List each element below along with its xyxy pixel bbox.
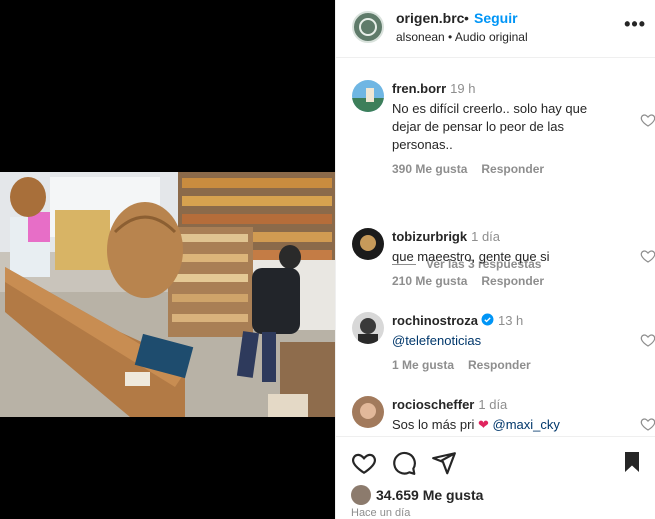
comment-text: que maeestro, gente que si <box>392 249 550 264</box>
store-video-frame <box>0 172 335 417</box>
avatar-image <box>352 80 384 112</box>
heart-icon[interactable] <box>640 332 655 348</box>
comment-text: No es difícil creerlo.. solo hay que dej… <box>392 101 588 152</box>
avatar-image <box>352 228 384 260</box>
comment-likes[interactable]: 210 Me gusta <box>392 274 467 288</box>
reply-button[interactable]: Responder <box>468 358 531 372</box>
post-panel: origen.brc • Seguir alsonean • Audio ori… <box>335 0 655 519</box>
comments-list[interactable]: fren.borr 19 h No es difícil creerlo.. so… <box>336 60 655 432</box>
video-player[interactable] <box>0 172 335 417</box>
author-username[interactable]: origen.brc <box>396 10 464 26</box>
reply-button[interactable]: Responder <box>481 162 544 176</box>
comment-username[interactable]: rocioscheffer <box>392 397 474 412</box>
bookmark-icon[interactable] <box>620 450 644 474</box>
comment-username[interactable]: tobizurbrigk <box>392 229 467 244</box>
comment-time[interactable]: 13 h <box>498 313 523 328</box>
comment-text: Sos lo más pri ❤ @maxi_cky <box>392 416 612 432</box>
comment-avatar[interactable] <box>352 80 384 112</box>
avatar-image <box>352 396 384 428</box>
author-avatar[interactable] <box>352 11 384 43</box>
heart-icon[interactable] <box>640 248 655 264</box>
follow-button[interactable]: Seguir <box>474 10 518 26</box>
reply-button[interactable]: Responder <box>481 274 544 288</box>
comment-icon[interactable] <box>391 450 417 476</box>
avatar-image <box>352 312 384 344</box>
comment-likes[interactable]: 1 Me gusta <box>392 358 454 372</box>
comment-time[interactable]: 19 h <box>450 81 475 96</box>
post-header: origen.brc • Seguir alsonean • Audio ori… <box>336 0 655 58</box>
liker-avatar <box>351 485 371 505</box>
comment-text: @telefenoticias <box>392 332 612 350</box>
logo-icon <box>359 18 377 36</box>
red-heart-icon: ❤ <box>478 417 489 432</box>
likes-count[interactable]: 34.659 Me gusta <box>376 487 483 503</box>
comment-username[interactable]: rochinostroza <box>392 313 478 328</box>
comment-avatar[interactable] <box>352 228 384 260</box>
comment-time[interactable]: 1 día <box>478 397 507 412</box>
post-time: Hace un día <box>351 507 411 519</box>
comment-avatar[interactable] <box>352 396 384 428</box>
heart-icon[interactable] <box>640 416 655 432</box>
heart-icon[interactable] <box>640 112 655 128</box>
audio-subtitle[interactable]: alsonean • Audio original <box>396 30 528 44</box>
comment-username[interactable]: fren.borr <box>392 81 446 96</box>
comment-avatar[interactable] <box>352 312 384 344</box>
share-icon[interactable] <box>431 450 457 476</box>
separator-dot: • <box>464 10 469 26</box>
comment-time[interactable]: 1 día <box>471 229 500 244</box>
comment-mention[interactable]: @telefenoticias <box>392 333 481 348</box>
verified-badge-icon <box>481 313 494 326</box>
comment-likes[interactable]: 390 Me gusta <box>392 162 467 176</box>
comment-text-part: Sos lo más pri <box>392 417 475 432</box>
heart-icon[interactable] <box>351 450 377 476</box>
post-actions: 34.659 Me gusta Hace un día <box>336 436 655 519</box>
comment-mention[interactable]: @maxi_cky <box>493 417 560 432</box>
more-icon[interactable]: ••• <box>624 14 646 35</box>
media-panel <box>0 0 335 519</box>
